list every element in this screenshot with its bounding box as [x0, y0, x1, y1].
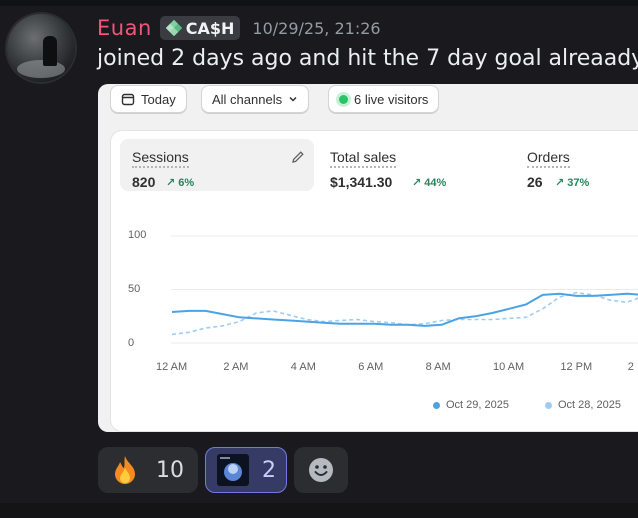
reaction-count: 10 — [156, 457, 184, 483]
legend-item: Oct 29, 2025 — [433, 399, 509, 411]
today-label: Today — [141, 91, 176, 107]
chevron-down-icon — [289, 96, 297, 102]
diamond-icon — [165, 20, 182, 36]
x-tick-label: 6 AM — [358, 361, 384, 373]
metric-title: Sessions — [132, 149, 189, 168]
metric-value: 820 — [132, 174, 156, 190]
channels-dropdown[interactable]: All channels — [201, 85, 310, 113]
live-visitors-button[interactable]: 6 live visitors — [328, 85, 440, 113]
metric-orders[interactable]: Orders 26 ↗ 37% — [515, 139, 638, 191]
metric-value: $1,341.30 — [330, 174, 393, 190]
avatar[interactable] — [7, 14, 75, 82]
x-tick-label: 2 AM — [223, 361, 249, 373]
x-tick-label: 8 AM — [425, 361, 451, 373]
today-button[interactable]: Today — [110, 85, 187, 113]
legend-dot-icon — [545, 401, 552, 409]
metric-change: ↗ 37% — [555, 177, 590, 189]
bottom-bar — [0, 503, 638, 518]
channels-label: All channels — [212, 91, 283, 107]
smile-icon — [309, 458, 333, 482]
analytics-panel: Sessions 820 ↗ 6% Total sales $1,341.30 … — [110, 130, 638, 432]
fire-emoji-icon — [115, 456, 135, 484]
metric-change: ↗ 6% — [166, 177, 195, 189]
legend-dot-icon — [433, 401, 440, 409]
legend-label: Oct 28, 2025 — [558, 399, 621, 411]
message-header: Euan CA$H 10/29/25, 21:26 — [97, 14, 381, 42]
pencil-icon[interactable] — [290, 149, 306, 165]
add-reaction-button[interactable] — [294, 447, 348, 493]
metric-change: ↗ 44% — [412, 177, 447, 189]
avatar-figure — [43, 36, 57, 66]
reaction-custom[interactable]: 2 — [205, 447, 287, 493]
x-tick-label: 2 — [627, 361, 634, 373]
message-text: joined 2 days ago and hit the 7 day goal… — [97, 46, 638, 71]
custom-emoji-icon — [217, 454, 249, 486]
screenshot-attachment[interactable]: Today All channels 6 live visitors Sessi… — [98, 84, 638, 432]
sessions-chart — [171, 235, 638, 344]
guild-tag[interactable]: CA$H — [159, 16, 241, 40]
avatar-snow — [17, 60, 65, 78]
metric-title: Total sales — [330, 149, 397, 168]
x-tick-label: 10 AM — [493, 361, 525, 373]
username[interactable]: Euan — [97, 16, 152, 40]
top-bar — [0, 0, 638, 6]
calendar-icon — [121, 93, 135, 106]
x-tick-label: 4 AM — [290, 361, 316, 373]
reaction-fire[interactable]: 10 — [98, 447, 198, 493]
guild-tag-label: CA$H — [185, 18, 235, 38]
timestamp: 10/29/25, 21:26 — [252, 18, 381, 38]
legend-label: Oct 29, 2025 — [446, 399, 509, 411]
live-visitors-label: 6 live visitors — [354, 91, 429, 107]
metric-total-sales[interactable]: Total sales $1,341.30 ↗ 44% — [318, 139, 508, 191]
series-line-oct-28 — [171, 291, 638, 336]
reaction-count: 2 — [262, 457, 276, 483]
legend-item: Oct 28, 2025 — [545, 399, 621, 411]
metric-value: 26 — [527, 174, 543, 190]
metric-title: Orders — [527, 149, 570, 168]
x-tick-label: 12 PM — [560, 361, 593, 373]
x-tick-label: 12 AM — [156, 361, 188, 373]
metric-sessions[interactable]: Sessions 820 ↗ 6% — [120, 139, 314, 191]
live-dot-icon — [339, 94, 348, 104]
